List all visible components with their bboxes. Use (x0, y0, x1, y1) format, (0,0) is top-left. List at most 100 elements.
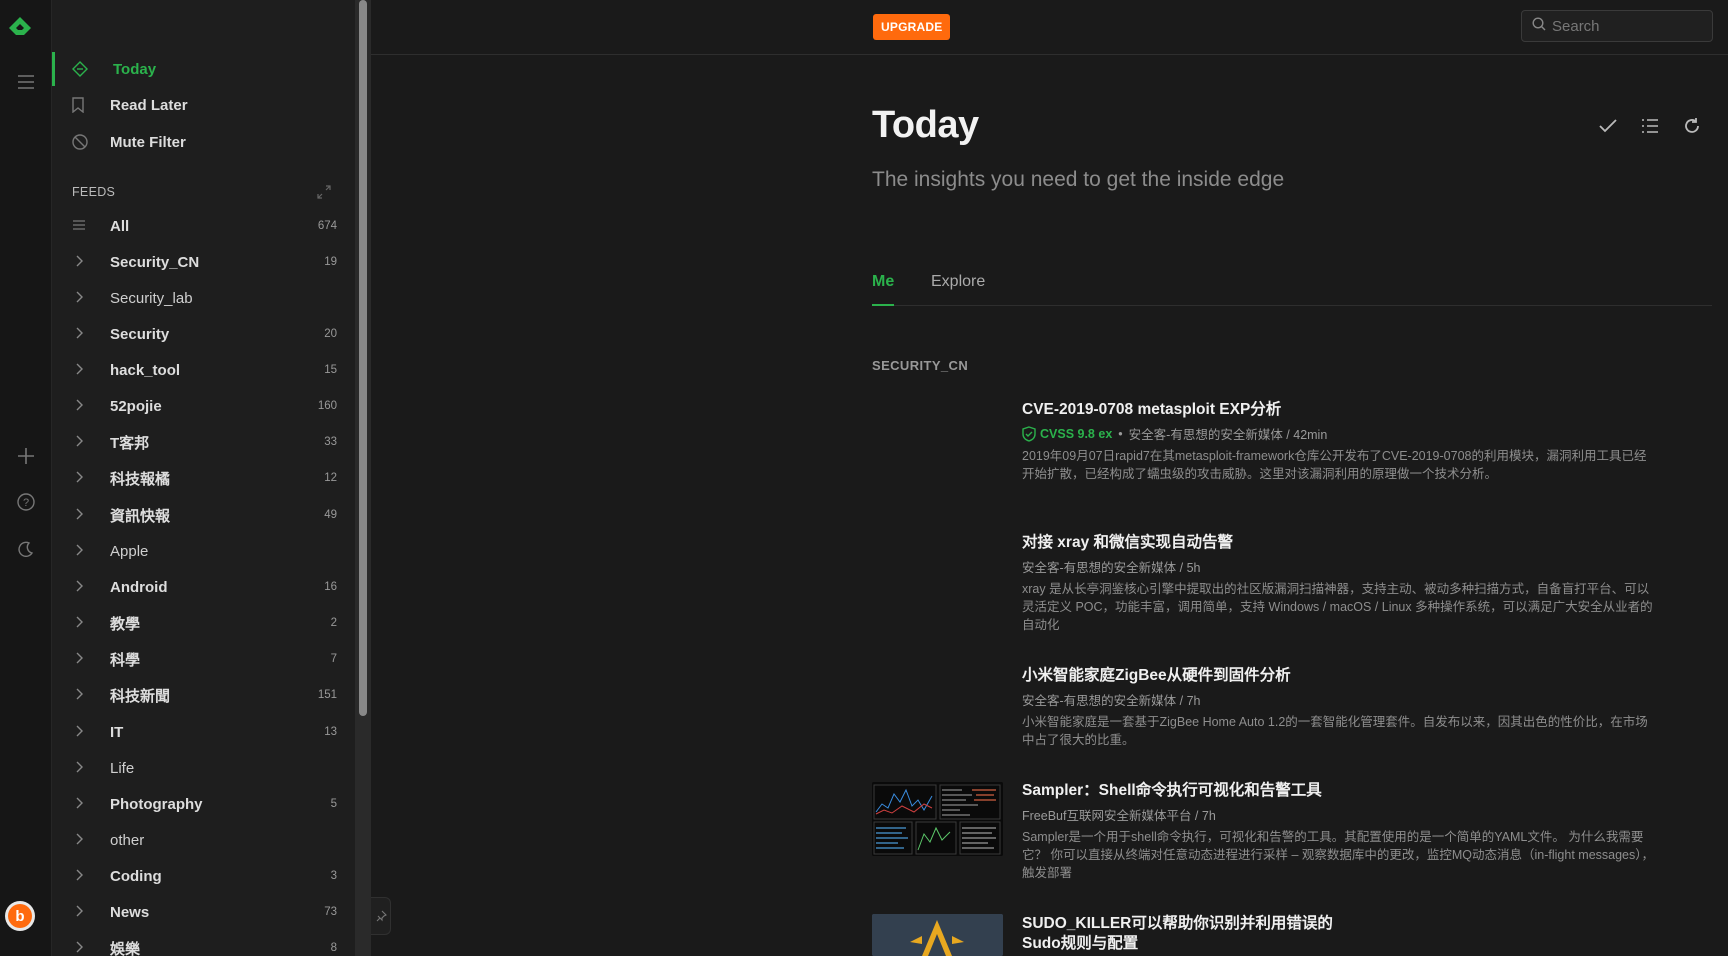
list-icon (52, 218, 110, 234)
unread-count: 20 (324, 328, 337, 340)
unread-count: 13 (324, 726, 337, 738)
article-title[interactable]: SUDO_KILLER可以帮助你识别并利用错误的Sudo规则与配置 (1022, 914, 1352, 954)
sidebar-feed-item[interactable]: All 674 (52, 208, 355, 244)
article-meta: 安全客-有思想的安全新媒体 / 7h (1022, 690, 1654, 709)
article-title[interactable]: 小米智能家庭ZigBee从硬件到固件分析 (1022, 666, 1654, 686)
sidebar-item-mute-filter[interactable]: Mute Filter (52, 125, 355, 159)
chevron-right-icon[interactable] (52, 543, 110, 559)
article-title[interactable]: Sampler：Shell命令执行可视化和告警工具 (1022, 781, 1654, 801)
sidebar-feed-item[interactable]: hack_tool 15 (52, 352, 355, 388)
sidebar-feed-item[interactable]: 科學 7 (52, 641, 355, 677)
chevron-right-icon[interactable] (52, 507, 110, 523)
search-box[interactable] (1521, 10, 1713, 42)
article-meta: 安全客-有思想的安全新媒体 / 5h (1022, 557, 1654, 576)
feed-name: other (110, 831, 145, 849)
moon-icon[interactable] (6, 529, 46, 569)
article-summary: 2019年09月07日rapid7在其metasploit-framework仓… (1022, 449, 1647, 481)
unread-count: 151 (317, 689, 337, 701)
sidebar-feed-item[interactable]: 娛樂 8 (52, 930, 355, 956)
sidebar-item-today[interactable]: Today (52, 52, 355, 86)
sidebar-feed-item[interactable]: Security_CN 19 (52, 244, 355, 280)
chevron-right-icon[interactable] (52, 398, 110, 414)
bookmark-icon (52, 97, 110, 113)
chevron-right-icon[interactable] (52, 254, 110, 270)
chevron-right-icon[interactable] (52, 904, 110, 920)
chevron-right-icon[interactable] (52, 832, 110, 848)
article-thumbnail[interactable] (872, 914, 1003, 956)
search-input[interactable] (1552, 17, 1702, 35)
chevron-right-icon[interactable] (52, 615, 110, 631)
sidebar-feed-item[interactable]: Life (52, 750, 355, 786)
chevron-right-icon[interactable] (52, 434, 110, 450)
page-subtitle: The insights you need to get the inside … (872, 168, 1285, 191)
avatar[interactable]: b (5, 901, 35, 931)
cvss-badge[interactable]: CVSS 9.8 ex (1022, 425, 1112, 442)
refresh-icon[interactable] (1682, 116, 1702, 136)
feed-name: Security_lab (110, 289, 193, 307)
sidebar-feed-item[interactable]: 教學 2 (52, 605, 355, 641)
list-view-icon[interactable] (1640, 116, 1660, 136)
sidebar-feed-item[interactable]: T客邦 33 (52, 424, 355, 460)
article-title[interactable]: CVE-2019-0708 metasploit EXP分析 (1022, 400, 1654, 420)
sidebar: Today Read Later Mute Filter FEEDS All 67… (52, 0, 355, 956)
shield-icon (1022, 425, 1036, 442)
unread-count: 16 (324, 581, 337, 593)
feed-name: IT (110, 723, 124, 741)
sidebar-feed-item[interactable]: Security_lab (52, 280, 355, 316)
chevron-right-icon[interactable] (52, 796, 110, 812)
sidebar-feed-item[interactable]: Photography 5 (52, 786, 355, 822)
help-icon[interactable]: ? (6, 482, 46, 522)
sidebar-feed-item[interactable]: 資訊快報 49 (52, 497, 355, 533)
unread-count: 73 (324, 906, 337, 918)
meta-separator: • (1118, 426, 1123, 441)
chevron-right-icon[interactable] (52, 651, 110, 667)
chevron-right-icon[interactable] (52, 326, 110, 342)
article-thumbnail[interactable] (872, 782, 1003, 856)
feed-name: Coding (110, 867, 162, 885)
scroll-thumb[interactable] (359, 0, 367, 716)
sidebar-feed-item[interactable]: Security 20 (52, 316, 355, 352)
article-summary: xray 是从长亭洞鉴核心引擎中提取出的社区版漏洞扫描神器，支持主动、被动多种扫… (1022, 582, 1653, 632)
chevron-right-icon[interactable] (52, 724, 110, 740)
feed-name: 資訊快報 (110, 507, 171, 525)
sidebar-item-label: Today (113, 60, 157, 78)
collapse-all-icon[interactable] (317, 185, 331, 202)
sidebar-feed-item[interactable]: Apple (52, 533, 355, 569)
chevron-right-icon[interactable] (52, 760, 110, 776)
unread-count: 160 (317, 400, 337, 412)
section-label: SECURITY_CN (872, 358, 969, 373)
chevron-right-icon[interactable] (52, 579, 110, 595)
sidebar-feed-item[interactable]: 科技報橘 12 (52, 460, 355, 496)
article-title[interactable]: 对接 xray 和微信实现自动告警 (1022, 533, 1654, 553)
sidebar-scrollbar[interactable] (355, 0, 371, 956)
chevron-right-icon[interactable] (52, 868, 110, 884)
search-icon (1532, 16, 1546, 36)
sidebar-feed-item[interactable]: Coding 3 (52, 858, 355, 894)
sidebar-feed-item[interactable]: Android 16 (52, 569, 355, 605)
tab-explore[interactable]: Explore (931, 273, 985, 306)
chevron-right-icon[interactable] (52, 470, 110, 486)
tab-me[interactable]: Me (872, 273, 895, 306)
top-bar: UPGRADE (371, 0, 1728, 55)
chevron-right-icon[interactable] (52, 362, 110, 378)
sidebar-feed-item[interactable]: other (52, 822, 355, 858)
chevron-right-icon[interactable] (52, 290, 110, 306)
feed-name: News (110, 903, 150, 921)
sidebar-feed-item[interactable]: 科技新聞 151 (52, 677, 355, 713)
sidebar-feed-item[interactable]: IT 13 (52, 714, 355, 750)
sidebar-feed-item[interactable]: 52pojie 160 (52, 388, 355, 424)
sidebar-feed-item[interactable]: News 73 (52, 894, 355, 930)
pin-icon[interactable] (371, 897, 391, 935)
menu-icon[interactable] (6, 62, 46, 102)
upgrade-button[interactable]: UPGRADE (873, 14, 951, 40)
feed-name: 52pojie (110, 397, 162, 415)
svg-text:b: b (15, 908, 24, 925)
tab-bar: Me Explore (872, 270, 1712, 306)
chevron-right-icon[interactable] (52, 940, 110, 956)
mark-as-read-icon[interactable] (1598, 116, 1618, 136)
chevron-right-icon[interactable] (52, 687, 110, 703)
sidebar-item-read-later[interactable]: Read Later (52, 88, 355, 122)
add-icon[interactable] (6, 436, 46, 476)
feedly-logo-icon[interactable] (6, 14, 34, 42)
article-source: 安全客-有思想的安全新媒体 / 42min (1128, 428, 1328, 442)
